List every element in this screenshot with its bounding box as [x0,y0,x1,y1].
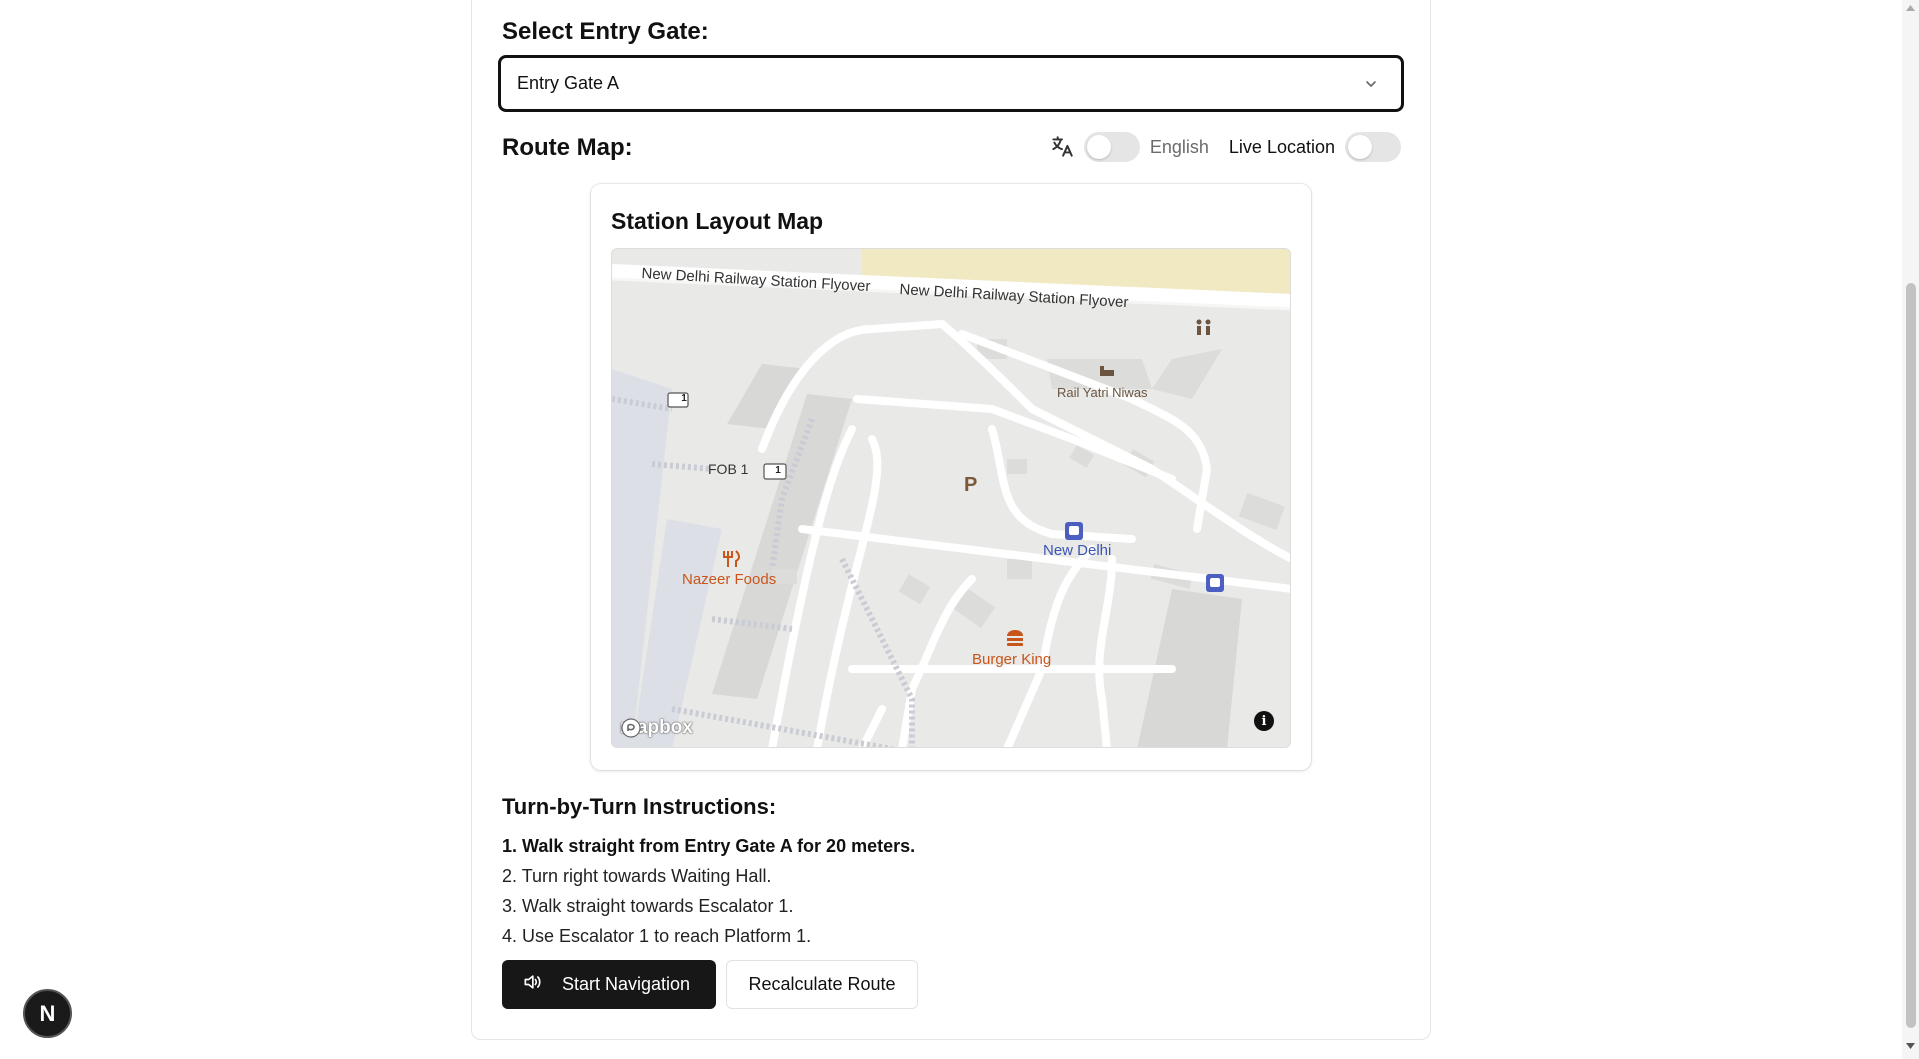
language-label: English [1149,136,1209,157]
map-controls: English Live Location [1048,130,1401,164]
instruction-step: 4. Use Escalator 1 to reach Platform 1. [502,926,812,946]
station-map[interactable]: New Delhi Railway Station Flyover New De… [611,248,1291,748]
entry-gate-label: Select Entry Gate: [502,18,709,45]
nazeer-foods-label: Nazeer Foods [682,571,777,588]
route-shield-1-text: 1 [681,393,687,404]
entry-gate-value: Entry Gate A [517,73,620,93]
route-map-label: Route Map: [502,134,633,161]
chevron-down-icon [1361,74,1381,94]
start-navigation-label: Start Navigation [562,974,691,994]
scrollbar-thumb[interactable] [1906,283,1916,1028]
parking-icon: P [964,474,978,496]
next-dev-badge[interactable]: N [23,989,72,1038]
new-delhi-station-label: New Delhi [1043,542,1112,559]
instruction-step: 3. Walk straight towards Escalator 1. [502,896,794,916]
info-icon[interactable]: i [1254,711,1274,731]
language-toggle[interactable] [1083,132,1140,162]
route-shield-2-text: 1 [775,465,781,476]
map-title: Station Layout Map [611,208,824,234]
train-station-icon [1065,522,1083,540]
toggle-knob [1086,135,1111,159]
fob-label: FOB 1 [708,461,749,477]
live-location-label: Live Location [1228,136,1335,157]
recalculate-route-button[interactable]: Recalculate Route [726,960,918,1009]
entry-gate-select[interactable]: Entry Gate A [498,55,1404,112]
rail-yatri-niwas-label: Rail Yatri Niwas [1057,385,1148,400]
speaker-icon [522,972,542,997]
toggle-knob [1348,135,1372,159]
burger-icon [1007,630,1023,646]
station-map-card: Station Layout Map New Delhi Railway Sta… [591,184,1311,770]
start-navigation-button[interactable]: Start Navigation [502,960,716,1009]
translate-icon [1048,133,1076,161]
mapbox-logo[interactable]: mapbox [620,717,693,739]
map-canvas [612,249,1290,747]
live-location-toggle[interactable] [1345,132,1401,162]
instructions-title: Turn-by-Turn Instructions: [502,794,777,819]
scroll-down-arrow[interactable] [1905,1040,1916,1051]
instruction-step: 2. Turn right towards Waiting Hall. [502,866,772,886]
instruction-step: 1. Walk straight from Entry Gate A for 2… [502,836,916,856]
burger-king-label: Burger King [972,651,1052,668]
scroll-up-arrow[interactable] [1905,2,1916,13]
mapbox-logo-icon [621,718,641,738]
bus-stop-icon [1206,574,1224,592]
